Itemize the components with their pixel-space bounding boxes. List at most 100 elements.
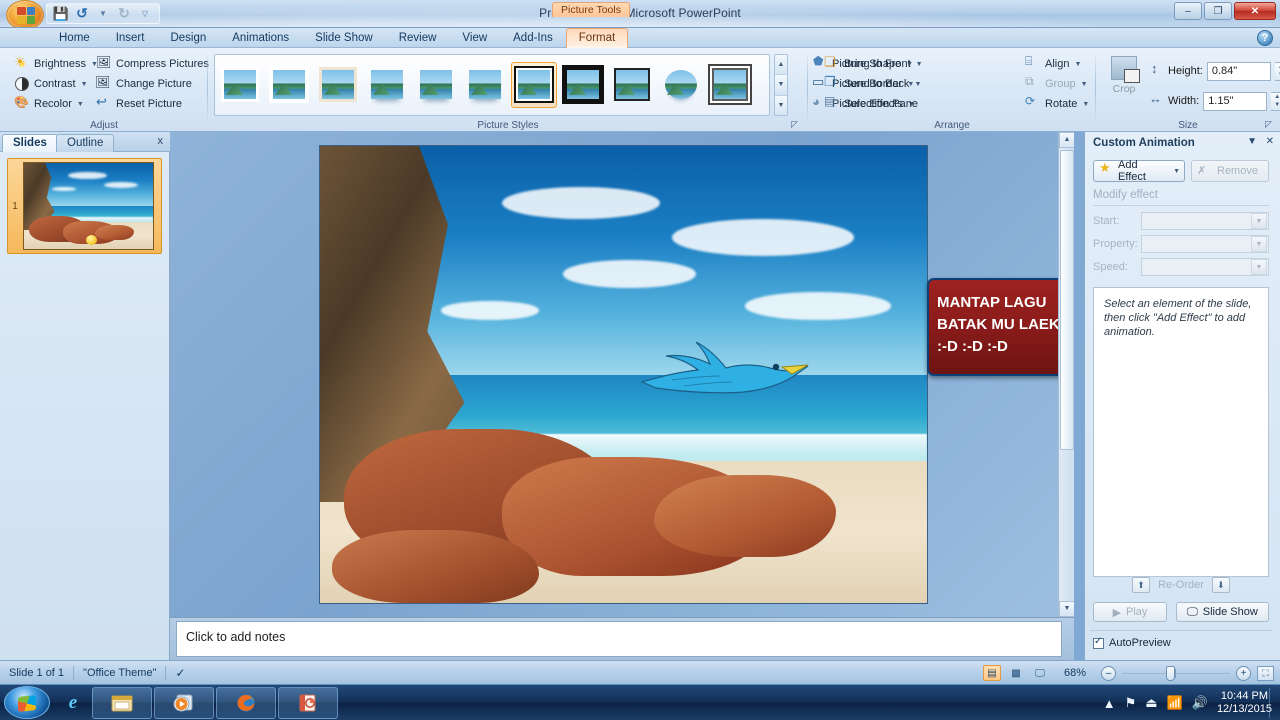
chevron-down-icon[interactable]: ▼ [1251, 259, 1267, 275]
size-dialog-launcher-icon[interactable]: ◸ [1265, 119, 1276, 130]
animation-list[interactable]: Select an element of the slide, then cli… [1093, 287, 1269, 577]
tab-format[interactable]: Format [565, 28, 629, 48]
picture-style-thumb-6[interactable] [511, 62, 557, 108]
red-callout-textbox[interactable]: MANTAP LAGU BATAK MU LAEK :-D :-D :-D [927, 278, 1074, 376]
internet-explorer-icon[interactable]: e [56, 687, 90, 719]
bring-to-front-button[interactable]: Bring to Front ▼ [820, 54, 927, 74]
autopreview-checkbox[interactable] [1093, 636, 1104, 649]
firefox-icon[interactable] [216, 687, 276, 719]
change-picture-button[interactable]: Change Picture [92, 74, 213, 94]
tab-insert[interactable]: Insert [103, 28, 158, 48]
fit-window-icon[interactable]: ⛶ [1257, 665, 1274, 681]
compress-pictures-button[interactable]: Compress Pictures [92, 54, 213, 74]
chevron-down-icon[interactable]: ▼ [1251, 213, 1267, 229]
pane-options-chevron-down-icon[interactable]: ▼ [1247, 136, 1257, 147]
volume-icon[interactable]: 🔊 [1192, 695, 1208, 711]
slide-edit-area[interactable]: ✛ MANTAP LAGU BATAK MU LAEK :-D :-D :-D … [170, 132, 1074, 617]
show-hidden-icons-icon[interactable]: ▲ [1103, 696, 1116, 711]
gallery-scroll-up-icon[interactable]: ▲ [775, 55, 787, 76]
slide-vertical-scrollbar[interactable]: ▲ ▼ [1058, 132, 1074, 617]
width-input[interactable]: 1.15" [1203, 91, 1268, 111]
media-player-icon[interactable] [154, 687, 214, 719]
width-stepper[interactable]: ▲ ▼ [1271, 91, 1280, 111]
slide-canvas[interactable]: ✛ [319, 145, 928, 604]
send-to-back-button[interactable]: Send to Back ▼ [820, 74, 927, 94]
windows-explorer-icon[interactable] [92, 687, 152, 719]
remove-effect-button[interactable]: ✗ Remove [1191, 160, 1269, 182]
powerpoint-icon[interactable] [278, 687, 338, 719]
height-input[interactable]: 0.84" [1206, 61, 1271, 81]
chevron-down-icon[interactable]: ▼ [1251, 236, 1267, 252]
zoom-in-button[interactable]: + [1236, 665, 1251, 681]
add-effect-button[interactable]: Add Effect ▼ [1093, 159, 1185, 183]
bird-clipart[interactable] [632, 336, 812, 406]
zoom-slider-thumb[interactable] [1166, 666, 1175, 681]
zoom-out-button[interactable]: – [1101, 665, 1116, 681]
tab-design[interactable]: Design [157, 28, 219, 48]
selection-pane-button[interactable]: Selection Pane [820, 94, 927, 114]
reset-picture-button[interactable]: Reset Picture [92, 94, 213, 114]
scroll-up-icon[interactable]: ▲ [1059, 132, 1074, 148]
tab-outline[interactable]: Outline [56, 134, 115, 152]
brightness-button[interactable]: Brightness ▼ [10, 54, 102, 74]
speed-select[interactable]: ▼ [1141, 258, 1269, 276]
picture-styles-gallery[interactable] [214, 54, 770, 116]
picture-style-thumb-4[interactable] [416, 65, 456, 105]
picture-styles-dialog-launcher-icon[interactable]: ◸ [791, 119, 802, 130]
picture-style-thumb-9[interactable] [661, 65, 701, 105]
property-select[interactable]: ▼ [1141, 235, 1269, 253]
start-select[interactable]: ▼ [1141, 212, 1269, 230]
picture-style-thumb-0[interactable] [220, 65, 260, 105]
tab-review[interactable]: Review [386, 28, 450, 48]
slides-pane-close-icon[interactable]: x [158, 135, 164, 147]
zoom-slider[interactable] [1122, 666, 1230, 681]
picture-style-thumb-7[interactable] [562, 65, 604, 105]
align-button[interactable]: Align ▼ [1021, 54, 1093, 74]
gallery-scroll-down-icon[interactable]: ▼ [775, 75, 787, 96]
start-button[interactable] [4, 686, 50, 719]
slide-show-view-icon[interactable]: 🖵 [1031, 665, 1049, 681]
reorder-up-button[interactable]: ⬆ [1132, 577, 1151, 593]
slide-show-button[interactable]: 🖵 Slide Show [1176, 602, 1269, 622]
safely-remove-hardware-icon[interactable]: ⏏ [1145, 695, 1157, 711]
beach-photo[interactable] [320, 146, 927, 603]
tab-animations[interactable]: Animations [219, 28, 302, 48]
network-icon[interactable]: 📶 [1167, 695, 1183, 711]
reorder-down-button[interactable]: ⬇ [1211, 577, 1230, 593]
picture-style-thumb-10[interactable] [710, 65, 750, 105]
notes-input[interactable]: Click to add notes [176, 621, 1062, 657]
height-stepper[interactable]: ▲▼ [1274, 61, 1280, 81]
taskbar-clock[interactable]: 10:44 PM 12/13/2015 [1217, 690, 1276, 716]
gallery-more-icon[interactable]: ▼ [775, 95, 787, 115]
play-button[interactable]: ▶ Play [1093, 602, 1167, 622]
autopreview-checkbox-row[interactable]: AutoPreview [1093, 636, 1171, 649]
pane-close-icon[interactable]: ✕ [1266, 136, 1274, 147]
scrollbar-thumb[interactable] [1060, 150, 1074, 450]
tab-view[interactable]: View [449, 28, 500, 48]
spellcheck-icon[interactable]: ✓ [166, 666, 194, 680]
maximize-button[interactable]: ❐ [1204, 2, 1232, 20]
slide-thumbnail-item[interactable]: 1 [7, 158, 162, 254]
picture-style-thumb-3[interactable] [367, 65, 407, 105]
picture-style-thumb-8[interactable] [612, 65, 652, 105]
tab-home[interactable]: Home [46, 28, 103, 48]
action-center-flag-icon[interactable]: ⚑ [1125, 695, 1137, 711]
picture-style-thumb-2[interactable] [318, 65, 358, 105]
tab-add-ins[interactable]: Add-Ins [500, 28, 566, 48]
normal-view-icon[interactable]: ▤ [982, 665, 1001, 681]
scroll-down-icon[interactable]: ▼ [1059, 601, 1074, 617]
recolor-button[interactable]: Recolor ▼ [10, 94, 102, 114]
contrast-button[interactable]: Contrast ▼ [10, 74, 102, 94]
picture-style-thumb-5[interactable] [465, 65, 505, 105]
slide-sorter-icon[interactable]: ▩ [1007, 665, 1025, 681]
tab-slides[interactable]: Slides [2, 134, 58, 152]
rotate-button[interactable]: Rotate ▼ [1021, 94, 1093, 114]
show-desktop-button[interactable] [1269, 688, 1276, 718]
group-button[interactable]: Group ▼ [1021, 74, 1093, 94]
tab-slide-show[interactable]: Slide Show [302, 28, 386, 48]
crop-button[interactable]: Crop [1104, 56, 1144, 95]
minimize-button[interactable]: – [1174, 2, 1202, 20]
gallery-scroll-buttons[interactable]: ▲ ▼ ▼ [774, 54, 788, 116]
picture-style-thumb-1[interactable] [269, 65, 309, 105]
close-button[interactable]: ✕ [1234, 2, 1276, 20]
